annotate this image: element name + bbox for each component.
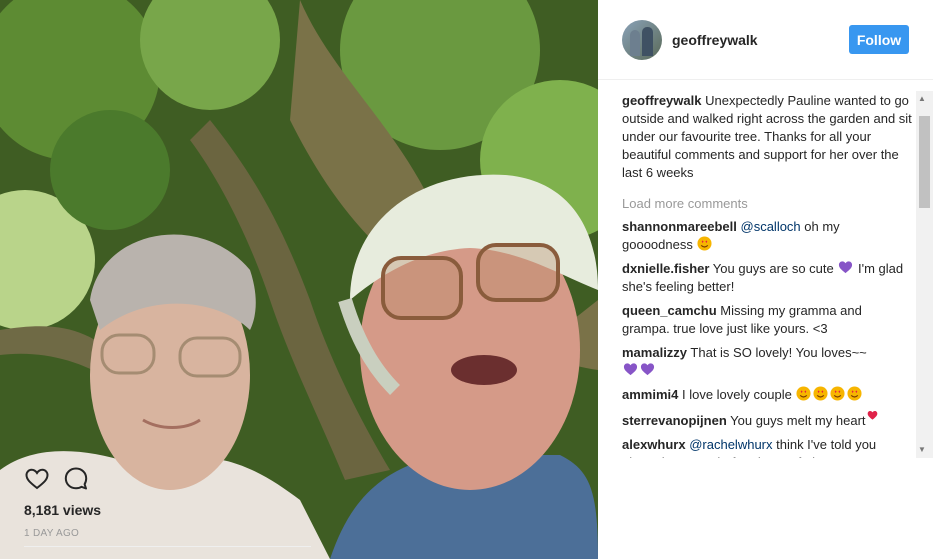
post-caption: geoffreywalk Unexpectedly Pauline wanted… xyxy=(622,92,912,182)
comment-mention[interactable]: @scalloch xyxy=(741,219,801,234)
username-link[interactable]: geoffreywalk xyxy=(672,32,758,48)
heart-eyes-emoji-icon xyxy=(697,236,712,251)
post-photo xyxy=(0,0,598,559)
comment-username[interactable]: dxnielle.fisher xyxy=(622,261,709,276)
comment-username[interactable]: sterrevanopijnen xyxy=(622,413,727,428)
comment-username[interactable]: shannonmareebell xyxy=(622,219,737,234)
list-item: mamalizzy That is SO lovely! You loves~~ xyxy=(622,344,912,380)
comment-text: You guys are so cute xyxy=(709,261,834,276)
list-item: queen_camchu Missing my gramma and gramp… xyxy=(622,302,912,338)
red-heart-icon xyxy=(867,411,877,420)
comment-text: That is SO lovely! You loves~~ xyxy=(687,345,867,360)
list-item: dxnielle.fisher You guys are so cute I'm… xyxy=(622,260,912,296)
caption-username[interactable]: geoffreywalk xyxy=(622,93,701,108)
comment-username[interactable]: mamalizzy xyxy=(622,345,687,360)
post-sidebar: geoffreywalk Follow geoffreywalk Unexpec… xyxy=(598,0,933,559)
list-item: ammimi4 I love lovely couple xyxy=(622,386,912,404)
heart-eyes-emoji-icon xyxy=(830,386,845,401)
purple-heart-icon xyxy=(623,363,638,376)
divider xyxy=(24,546,311,547)
list-item: alexwhurx @rachelwhurx think I've told y… xyxy=(622,436,912,458)
load-more-comments-link[interactable]: Load more comments xyxy=(622,195,912,213)
comment-mention[interactable]: @rachelwhurx xyxy=(689,437,772,452)
purple-heart-icon xyxy=(839,261,853,274)
view-count[interactable]: 8,181 views xyxy=(24,502,101,518)
heart-eyes-emoji-icon xyxy=(813,386,828,401)
purple-heart-icon xyxy=(640,363,655,376)
heart-eyes-emoji-icon xyxy=(796,386,811,401)
heart-eyes-emoji-icon xyxy=(847,386,862,401)
list-item: shannonmareebell @scalloch oh my goooodn… xyxy=(622,218,912,254)
comment-text: I love lovely couple xyxy=(678,387,792,402)
scrollbar-thumb[interactable] xyxy=(919,116,930,208)
follow-button[interactable]: Follow xyxy=(849,25,909,54)
comment-username[interactable]: ammimi4 xyxy=(622,387,678,402)
post-timestamp[interactable]: 1 DAY AGO xyxy=(24,528,79,539)
comment-bubble-icon[interactable] xyxy=(63,466,89,492)
scroll-down-arrow-icon[interactable]: ▼ xyxy=(918,446,926,454)
list-item: sterrevanopijnen You guys melt my heart xyxy=(622,410,912,430)
like-heart-icon[interactable] xyxy=(24,466,50,492)
comment-text: You guys melt my heart xyxy=(726,413,866,428)
couple-under-tree-image xyxy=(0,0,598,559)
comment-username[interactable]: queen_camchu xyxy=(622,303,717,318)
avatar[interactable] xyxy=(622,20,662,60)
scroll-up-arrow-icon[interactable]: ▲ xyxy=(918,95,926,103)
comments-list: geoffreywalk Unexpectedly Pauline wanted… xyxy=(622,92,912,458)
post-header: geoffreywalk Follow xyxy=(598,0,933,80)
comment-username[interactable]: alexwhurx xyxy=(622,437,686,452)
